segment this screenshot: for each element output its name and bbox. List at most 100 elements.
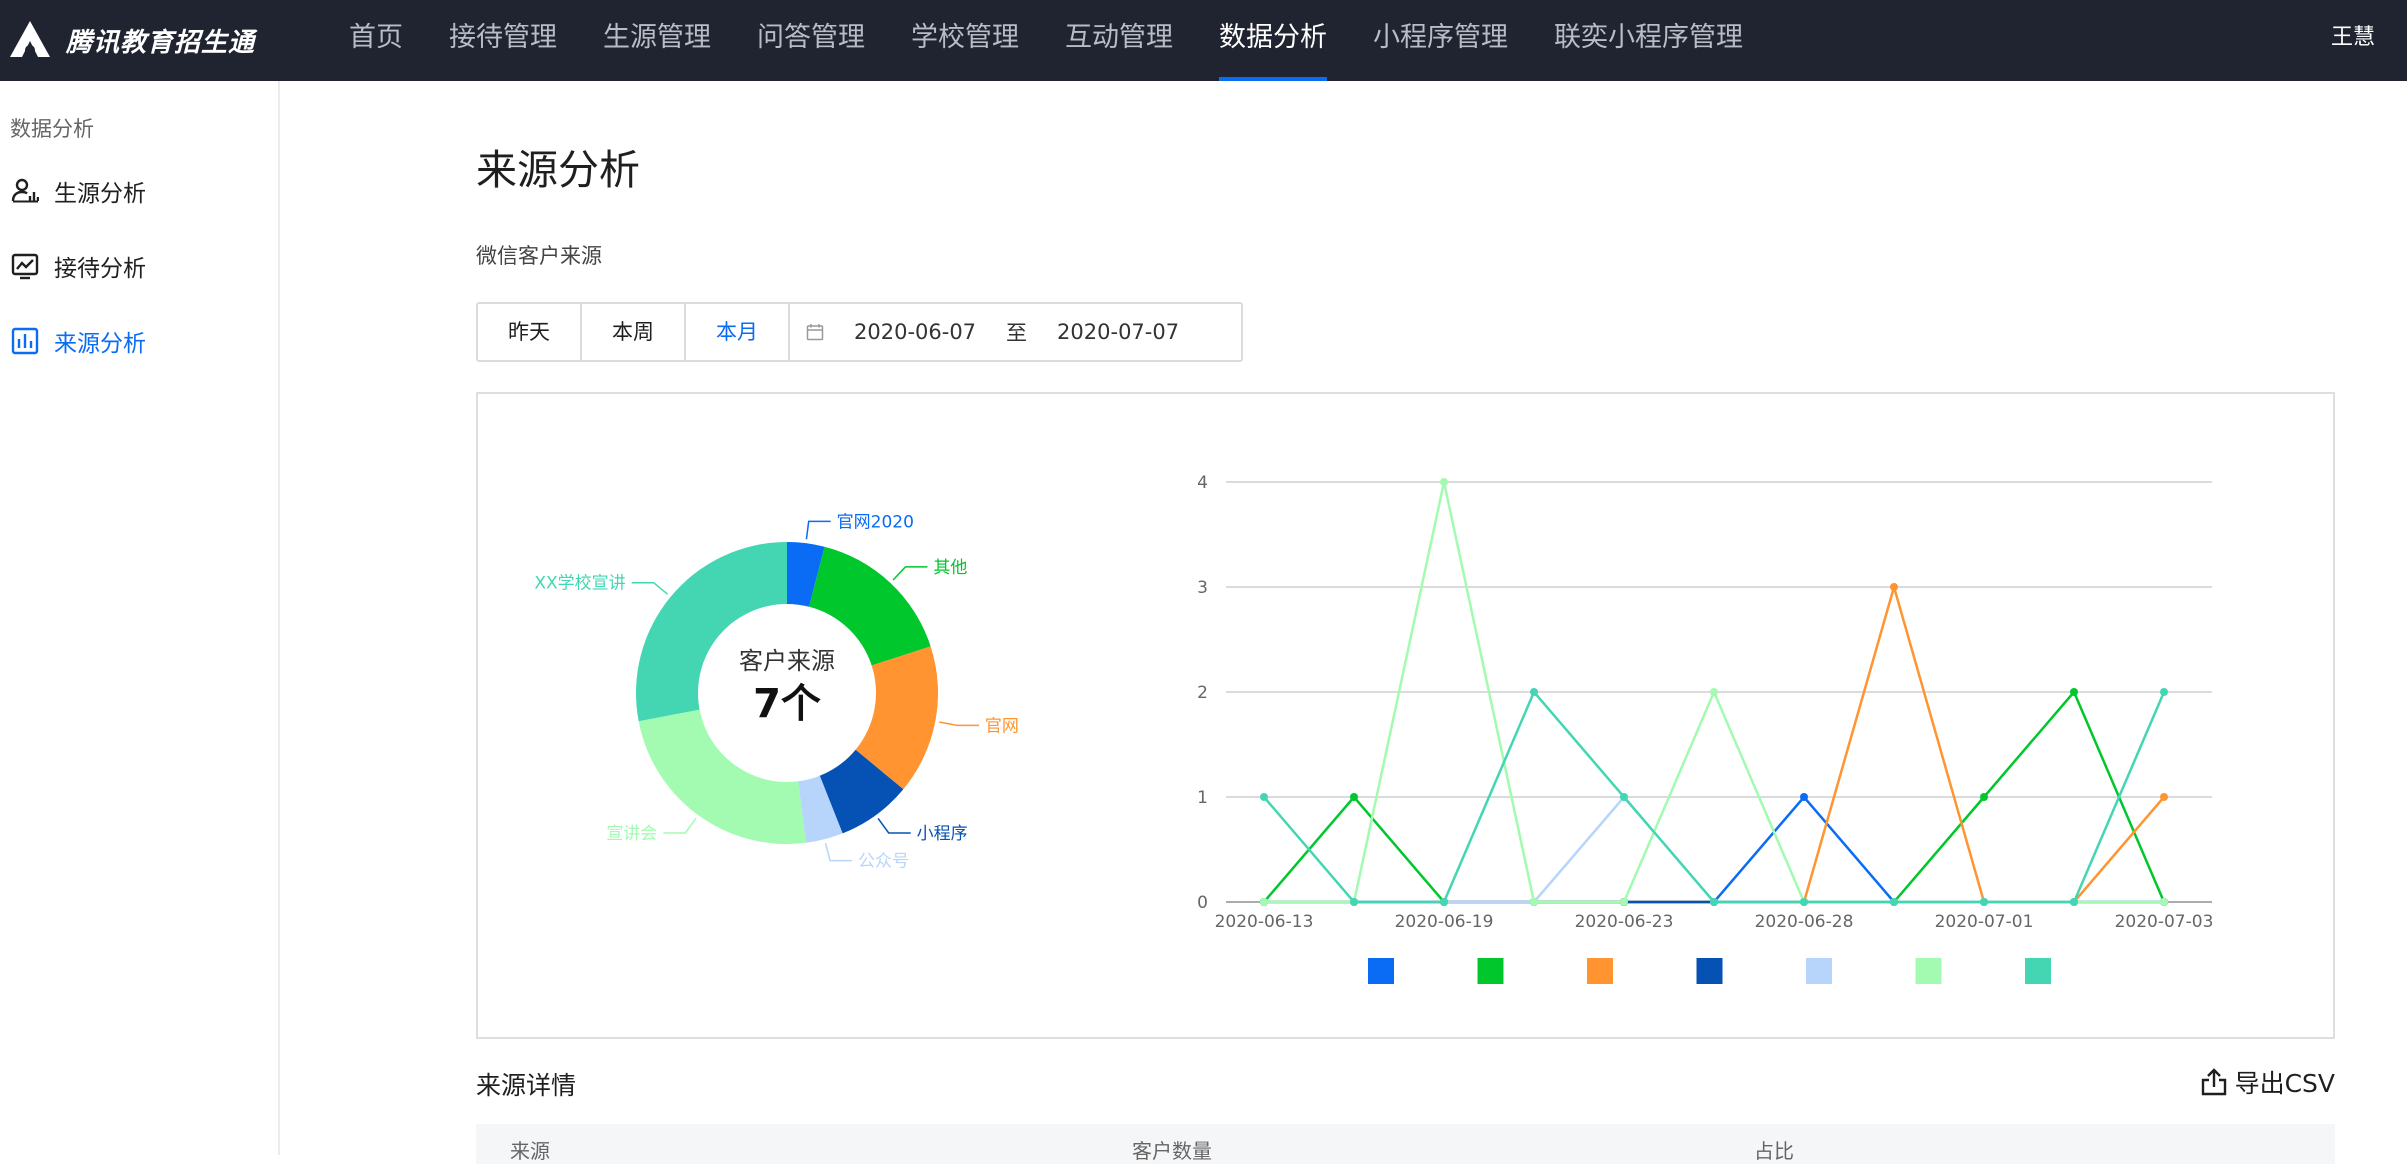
series-5-point-3[interactable]: [1530, 898, 1538, 906]
donut-label-2: 官网: [985, 716, 1019, 736]
series-6-point-3[interactable]: [1530, 688, 1538, 696]
brand-name: 腾讯教育招生通: [66, 28, 256, 58]
x-tick-label-0: 2020-06-13: [1215, 912, 1314, 932]
x-tick-label-1: 2020-06-19: [1395, 912, 1494, 932]
date-end[interactable]: 2020-07-07: [1057, 320, 1179, 344]
brand[interactable]: 腾讯教育招生通: [8, 0, 255, 81]
section-subtitle: 微信客户来源: [476, 244, 602, 268]
legend-swatch-4[interactable]: [1806, 958, 1832, 984]
y-tick-label-2: 2: [1197, 683, 1208, 703]
page-title: 来源分析: [476, 146, 640, 194]
legend-swatch-5[interactable]: [1915, 958, 1942, 984]
donut-leader-line-3: [877, 817, 911, 834]
series-6-point-8[interactable]: [1980, 898, 1988, 906]
trend-chart-icon: [10, 251, 40, 281]
nav-item-3[interactable]: 问答管理: [734, 0, 888, 81]
details-title: 来源详情: [476, 1071, 577, 1100]
nav-item-7[interactable]: 小程序管理: [1350, 0, 1531, 81]
series-6-point-4[interactable]: [1620, 793, 1628, 801]
table-header-ratio: 占比: [1754, 1139, 1794, 1163]
legend-swatch-1[interactable]: [1477, 958, 1504, 984]
legend-swatch-2[interactable]: [1587, 958, 1613, 984]
series-1-point-1[interactable]: [1350, 793, 1358, 801]
sidebar-item-label: 生源分析: [54, 181, 146, 207]
details-table-header: 来源 客户数量 占比: [476, 1124, 2335, 1164]
calendar-icon: [806, 323, 824, 341]
series-6-point-10[interactable]: [2160, 688, 2168, 696]
series-1-point-8[interactable]: [1980, 793, 1988, 801]
series-6-point-7[interactable]: [1890, 898, 1898, 906]
series-5-point-0[interactable]: [1260, 898, 1268, 906]
sidebar-item-source-analysis[interactable]: 来源分析: [10, 321, 146, 361]
donut-slice-5[interactable]: [638, 709, 806, 844]
series-6-point-1[interactable]: [1350, 898, 1358, 906]
nav-item-5[interactable]: 互动管理: [1042, 0, 1196, 81]
sidebar-item-student-analysis[interactable]: 生源分析: [10, 171, 146, 211]
series-0-point-6[interactable]: [1800, 793, 1808, 801]
series-5-point-5[interactable]: [1710, 688, 1718, 696]
export-csv-label: 导出CSV: [2234, 1069, 2335, 1098]
date-start[interactable]: 2020-06-07: [854, 320, 976, 344]
nav-item-4[interactable]: 学校管理: [888, 0, 1042, 81]
legend-swatch-6[interactable]: [2025, 958, 2051, 984]
donut-label-5: 宣讲会: [606, 824, 657, 844]
donut-leader-line-4: [824, 842, 853, 862]
x-tick-label-5: 2020-07-03: [2115, 912, 2214, 932]
brand-logo-icon: [8, 19, 52, 63]
donut-label-3: 小程序: [917, 824, 968, 844]
sidebar-item-label: 接待分析: [54, 256, 146, 282]
sidebar-item-reception-analysis[interactable]: 接待分析: [10, 246, 146, 286]
series-2-point-10[interactable]: [2160, 793, 2168, 801]
bar-chart-icon: [10, 326, 40, 356]
donut-label-4: 公众号: [858, 852, 909, 872]
x-tick-label-4: 2020-07-01: [1935, 912, 2034, 932]
source-donut-chart: 官网2020 其他官网小程序公众号 宣讲会 XX学校宣讲客户来源 7个: [534, 512, 1019, 872]
donut-leader-line-1: [892, 566, 928, 581]
series-5-point-10[interactable]: [2160, 898, 2168, 906]
legend-swatch-0[interactable]: [1368, 958, 1394, 984]
donut-label-6: XX学校宣讲: [534, 574, 625, 594]
legend-swatch-3[interactable]: [1696, 958, 1723, 984]
user-name[interactable]: 王慧: [2331, 0, 2375, 81]
date-range-selector: 昨天 本周 本月 2020-06-07 至 2020-07-07: [476, 302, 1243, 362]
table-header-source: 来源: [510, 1139, 550, 1163]
date-range-picker[interactable]: 2020-06-07 至 2020-07-07: [790, 304, 1241, 360]
donut-center-value: 7个: [753, 681, 821, 727]
date-separator: 至: [1006, 321, 1028, 345]
sidebar-item-label: 来源分析: [54, 331, 146, 357]
series-6-point-6[interactable]: [1800, 898, 1808, 906]
series-6-point-2[interactable]: [1440, 898, 1448, 906]
y-tick-label-4: 4: [1197, 473, 1208, 493]
nav-item-0[interactable]: 首页: [326, 0, 426, 81]
nav-item-8[interactable]: 联奕小程序管理: [1531, 0, 1766, 81]
user-chart-icon: [10, 176, 40, 206]
range-this-month-button[interactable]: 本月: [686, 304, 790, 360]
nav-item-6[interactable]: 数据分析: [1196, 0, 1350, 81]
top-nav-bar: 腾讯教育招生通 首页 接待管理 生源管理 问答管理 学校管理 互动管理 数据分析 小程序管理联…: [0, 0, 2407, 81]
export-icon: [2201, 1068, 2226, 1096]
donut-leader-line-0: [805, 520, 831, 540]
y-tick-label-0: 0: [1197, 893, 1208, 913]
sidebar-group-title: 数据分析: [10, 117, 94, 141]
export-csv-button[interactable]: 导出CSV: [2201, 1064, 2335, 1100]
donut-label-0: 官网2020: [837, 512, 914, 532]
nav-item-1[interactable]: 接待管理: [426, 0, 580, 81]
range-this-week-button[interactable]: 本周: [582, 304, 686, 360]
series-5-point-2[interactable]: [1440, 478, 1448, 486]
series-2-point-7[interactable]: [1890, 583, 1898, 591]
range-yesterday-button[interactable]: 昨天: [478, 304, 582, 360]
donut-leader-line-5: [663, 817, 697, 834]
series-6-point-9[interactable]: [2070, 898, 2078, 906]
x-tick-label-3: 2020-06-28: [1755, 912, 1854, 932]
donut-leader-line-2: [939, 721, 979, 727]
series-5-point-4[interactable]: [1620, 898, 1628, 906]
donut-leader-line-6: [631, 581, 669, 595]
donut-center-title: 客户来源: [739, 647, 835, 675]
series-1-point-9[interactable]: [2070, 688, 2078, 696]
table-header-count: 客户数量: [1132, 1139, 1212, 1163]
nav-item-2[interactable]: 生源管理: [580, 0, 734, 81]
series-6-point-0[interactable]: [1260, 793, 1268, 801]
series-6-point-5[interactable]: [1710, 898, 1718, 906]
y-tick-label-3: 3: [1197, 578, 1208, 598]
source-line-chart: 0 1 2 3 4 2020-06-13 2020-06-19 2020-06-23 2020-…: [1197, 473, 2214, 984]
